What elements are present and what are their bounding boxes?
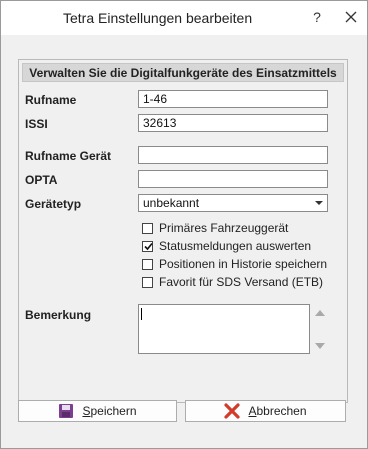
title-bar[interactable]: Tetra Einstellungen bearbeiten ? bbox=[1, 1, 367, 35]
issi-input[interactable]: 32613 bbox=[138, 114, 328, 132]
text-cursor bbox=[141, 308, 142, 320]
dialog-content: Verwalten Sie die Digitalfunkgeräte des … bbox=[1, 35, 367, 448]
checkbox-box[interactable] bbox=[142, 276, 153, 288]
cancel-button[interactable]: Abbrechen bbox=[185, 400, 346, 422]
rufname-geraet-input[interactable] bbox=[138, 146, 328, 164]
scroll-down-icon[interactable] bbox=[315, 343, 325, 349]
scroll-up-icon[interactable] bbox=[315, 310, 325, 316]
geraetetyp-label: Gerätetyp bbox=[25, 197, 82, 211]
checkbox-box[interactable] bbox=[142, 222, 153, 234]
close-button[interactable] bbox=[339, 5, 363, 29]
checkmark-icon bbox=[144, 242, 153, 250]
window-title: Tetra Einstellungen bearbeiten bbox=[63, 10, 253, 26]
issi-label: ISSI bbox=[25, 117, 48, 131]
help-icon: ? bbox=[313, 9, 321, 25]
cancel-label: Abbrechen bbox=[248, 404, 307, 418]
checkbox-favorit-sds[interactable]: Favorit für SDS Versand (ETB) bbox=[142, 274, 323, 290]
save-button[interactable]: Speichern bbox=[18, 400, 177, 422]
save-label: Speichern bbox=[82, 404, 137, 418]
floppy-disk-icon bbox=[58, 403, 74, 419]
geraetetyp-select[interactable]: unbekannt bbox=[138, 194, 328, 212]
checkbox-label: Positionen in Historie speichern bbox=[159, 257, 328, 271]
bemerkung-label: Bemerkung bbox=[25, 308, 92, 322]
help-button[interactable]: ? bbox=[305, 5, 329, 29]
checkbox-box[interactable] bbox=[142, 258, 153, 270]
opta-input[interactable] bbox=[138, 170, 328, 188]
group-header: Verwalten Sie die Digitalfunkgeräte des … bbox=[22, 63, 344, 82]
close-icon bbox=[345, 11, 357, 23]
device-group: Verwalten Sie die Digitalfunkgeräte des … bbox=[18, 59, 348, 403]
cancel-x-icon bbox=[224, 403, 241, 419]
checkbox-label: Statusmeldungen auswerten bbox=[159, 239, 312, 253]
chevron-down-icon[interactable] bbox=[315, 201, 323, 205]
geraetetyp-value: unbekannt bbox=[143, 196, 200, 210]
opta-label: OPTA bbox=[25, 173, 58, 187]
dialog-window: Tetra Einstellungen bearbeiten ? Verwalt… bbox=[0, 0, 368, 449]
checkbox-statusmeldungen[interactable]: Statusmeldungen auswerten bbox=[142, 238, 311, 254]
bemerkung-textarea[interactable] bbox=[138, 304, 310, 354]
rufname-label: Rufname bbox=[25, 93, 77, 107]
checkbox-positionen-historie[interactable]: Positionen in Historie speichern bbox=[142, 256, 327, 272]
rufname-geraet-label: Rufname Gerät bbox=[25, 149, 112, 163]
checkbox-label: Primäres Fahrzeuggerät bbox=[159, 221, 289, 235]
checkbox-box[interactable] bbox=[142, 240, 153, 252]
checkbox-label: Favorit für SDS Versand (ETB) bbox=[159, 275, 324, 289]
checkbox-primaeres-fahrzeuggeraet[interactable]: Primäres Fahrzeuggerät bbox=[142, 220, 288, 236]
rufname-input[interactable]: 1-46 bbox=[138, 90, 328, 108]
